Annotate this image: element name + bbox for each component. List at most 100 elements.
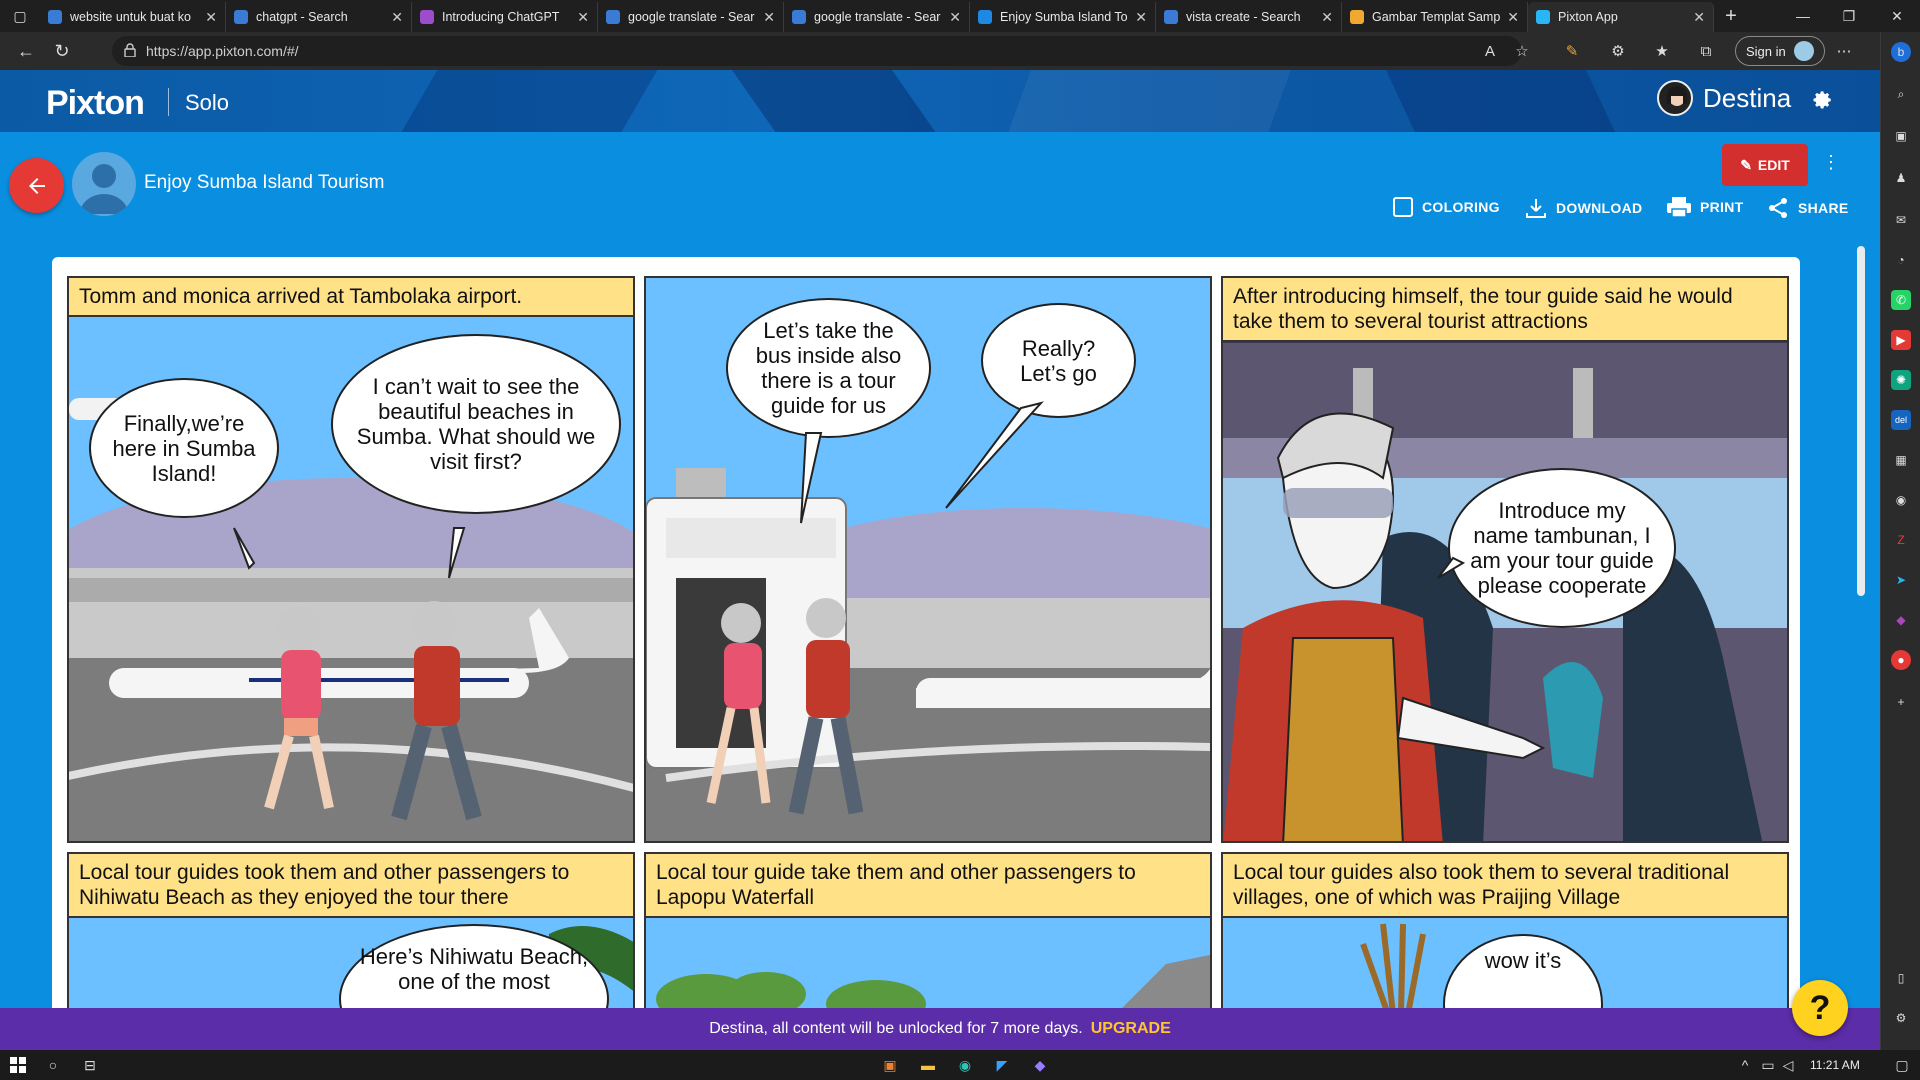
comic-panel-5[interactable]: Local tour guide take them and other pas… <box>644 852 1212 1008</box>
app-diamond-icon[interactable]: ◆ <box>1030 1055 1050 1075</box>
browser-tab[interactable]: Introducing ChatGPT ✕ <box>412 2 598 32</box>
printer-icon <box>1667 197 1691 218</box>
print-button[interactable]: PRINT <box>1666 196 1744 218</box>
bing-icon[interactable]: b <box>1891 42 1911 62</box>
close-window-icon[interactable]: ✕ <box>1874 0 1920 32</box>
calculator-icon[interactable]: ▦ <box>1891 450 1911 470</box>
edit-button[interactable]: ✎ EDIT <box>1722 144 1808 186</box>
send-icon[interactable]: ➤ <box>1891 570 1911 590</box>
close-tab-icon[interactable]: ✕ <box>391 9 403 26</box>
volume-icon[interactable]: ◁ <box>1778 1055 1798 1075</box>
close-tab-icon[interactable]: ✕ <box>1693 9 1705 26</box>
browser-tab[interactable]: vista create - Search ✕ <box>1156 2 1342 32</box>
refresh-icon[interactable]: ↻ <box>44 33 80 69</box>
office-icon[interactable]: ◔ <box>1891 250 1911 270</box>
back-button[interactable] <box>9 158 64 213</box>
browser-tab[interactable]: Gambar Templat Samp ✕ <box>1342 2 1528 32</box>
minimize-window-icon[interactable]: — <box>1780 0 1826 32</box>
whatsapp-icon[interactable]: ✆ <box>1891 290 1911 310</box>
tab-actions-icon[interactable]: ▢ <box>0 0 40 32</box>
tab-title: Enjoy Sumba Island To <box>1000 10 1128 24</box>
taskbar-clock[interactable]: 11:21 AM <box>1810 1058 1860 1072</box>
browser-tab[interactable]: website untuk buat ko ✕ <box>40 2 226 32</box>
share-button[interactable]: SHARE <box>1766 196 1849 220</box>
tray-chevron-icon[interactable]: ^ <box>1735 1055 1755 1075</box>
favorites-icon[interactable]: ★ <box>1648 38 1676 64</box>
download-button[interactable]: DOWNLOAD <box>1524 196 1642 220</box>
address-bar[interactable]: https://app.pixton.com/#/ <box>112 36 1522 66</box>
close-tab-icon[interactable]: ✕ <box>949 9 961 26</box>
tab-title: website untuk buat ko <box>70 10 191 24</box>
comic-viewer[interactable]: Tomm and monica arrived at Tambolaka air… <box>0 234 1850 1008</box>
app-record-icon[interactable]: ● <box>1891 650 1911 670</box>
apps-icon[interactable]: ◆ <box>1891 610 1911 630</box>
close-tab-icon[interactable]: ✕ <box>763 9 775 26</box>
comic-panel-2[interactable]: Let’s take the bus inside also there is … <box>644 276 1212 843</box>
close-tab-icon[interactable]: ✕ <box>1135 9 1147 26</box>
windows-start-icon[interactable] <box>8 1055 28 1075</box>
help-button[interactable]: ? <box>1792 980 1848 1036</box>
notification-icon[interactable]: ▢ <box>1892 1055 1912 1075</box>
windows-taskbar: ○ ⊟ ▣ ▬ ◉ ◤ ◆ ^ ▭ ◁ 11:21 AM ▢ <box>0 1050 1920 1080</box>
games-icon[interactable]: ♟ <box>1891 168 1911 188</box>
browser-tab[interactable]: google translate - Sear ✕ <box>784 2 970 32</box>
file-explorer-icon[interactable]: ▬ <box>918 1055 938 1075</box>
tools-icon[interactable]: ▣ <box>1891 126 1911 146</box>
search-circle-icon[interactable]: ○ <box>43 1055 63 1075</box>
github-icon[interactable]: ◉ <box>1891 490 1911 510</box>
logo-divider <box>168 88 169 116</box>
split-screen-icon[interactable]: ▯ <box>1891 968 1911 988</box>
browser-tab[interactable]: Pixton App ✕ <box>1528 2 1714 32</box>
favorite-star-icon[interactable]: ☆ <box>1508 38 1536 64</box>
more-options-icon[interactable]: ⋮ <box>1822 152 1840 173</box>
sidebar-settings-icon[interactable]: ⚙ <box>1891 1008 1911 1028</box>
settings-gear-icon[interactable] <box>1812 90 1834 112</box>
zotero-icon[interactable]: Z <box>1891 530 1911 550</box>
upgrade-link[interactable]: UPGRADE <box>1091 1020 1171 1038</box>
profile-avatar <box>1793 41 1814 61</box>
browser-tab[interactable]: google translate - Sear ✕ <box>598 2 784 32</box>
comic-panel-3[interactable]: After introducing himself, the tour guid… <box>1221 276 1789 843</box>
sign-in-button[interactable]: Sign in <box>1735 36 1825 66</box>
task-view-icon[interactable]: ⊟ <box>80 1055 100 1075</box>
tab-favicon-icon <box>606 10 620 24</box>
collections-icon[interactable]: ⧉ <box>1692 38 1720 64</box>
restore-window-icon[interactable]: ❐ <box>1826 0 1872 32</box>
vscode-icon[interactable]: ◤ <box>992 1055 1012 1075</box>
del-icon[interactable]: del <box>1891 410 1911 430</box>
search-icon[interactable]: ⌕ <box>1891 84 1911 104</box>
pen-extension-icon[interactable]: ✎ <box>1558 38 1586 64</box>
scrollbar-thumb[interactable] <box>1857 246 1865 596</box>
back-icon[interactable]: ← <box>8 33 44 69</box>
add-sidebar-icon[interactable]: + <box>1891 692 1911 712</box>
read-aloud-icon[interactable]: A <box>1476 38 1504 64</box>
close-tab-icon[interactable]: ✕ <box>577 9 589 26</box>
edge-browser-icon[interactable]: ◉ <box>955 1055 975 1075</box>
chatgpt-icon[interactable]: ✺ <box>1891 370 1911 390</box>
comic-panel-4[interactable]: Local tour guides took them and other pa… <box>67 852 635 1008</box>
comic-panel-6[interactable]: Local tour guides also took them to seve… <box>1221 852 1789 1008</box>
youtube-icon[interactable]: ▶ <box>1891 330 1911 350</box>
tab-favicon-icon <box>1164 10 1178 24</box>
close-tab-icon[interactable]: ✕ <box>1507 9 1519 26</box>
comic-panel-1[interactable]: Tomm and monica arrived at Tambolaka air… <box>67 276 635 843</box>
edit-label: EDIT <box>1757 157 1790 173</box>
browser-tab[interactable]: Enjoy Sumba Island To ✕ <box>970 2 1156 32</box>
user-menu[interactable]: Destina <box>1657 80 1791 116</box>
pixton-logo[interactable]: Pixton <box>46 84 145 123</box>
battery-icon[interactable]: ▭ <box>1758 1055 1778 1075</box>
close-tab-icon[interactable]: ✕ <box>1321 9 1333 26</box>
close-tab-icon[interactable]: ✕ <box>205 9 217 26</box>
more-menu-icon[interactable]: ⋯ <box>1830 38 1858 64</box>
panel-caption: Local tour guide take them and other pas… <box>646 854 1210 918</box>
app-icon[interactable]: ▣ <box>880 1055 900 1075</box>
coloring-checkbox-icon <box>1393 197 1413 217</box>
browser-tab[interactable]: chatgpt - Search ✕ <box>226 2 412 32</box>
new-tab-button[interactable]: + <box>1714 5 1748 28</box>
vertical-scrollbar[interactable] <box>1850 234 1880 1008</box>
outlook-icon[interactable]: ✉ <box>1891 210 1911 230</box>
extensions-icon[interactable]: ⚙ <box>1604 38 1632 64</box>
comic-strip: Tomm and monica arrived at Tambolaka air… <box>52 257 1800 1008</box>
app-header: Pixton Solo Destina <box>0 70 1880 132</box>
coloring-button[interactable]: COLORING <box>1392 196 1500 218</box>
